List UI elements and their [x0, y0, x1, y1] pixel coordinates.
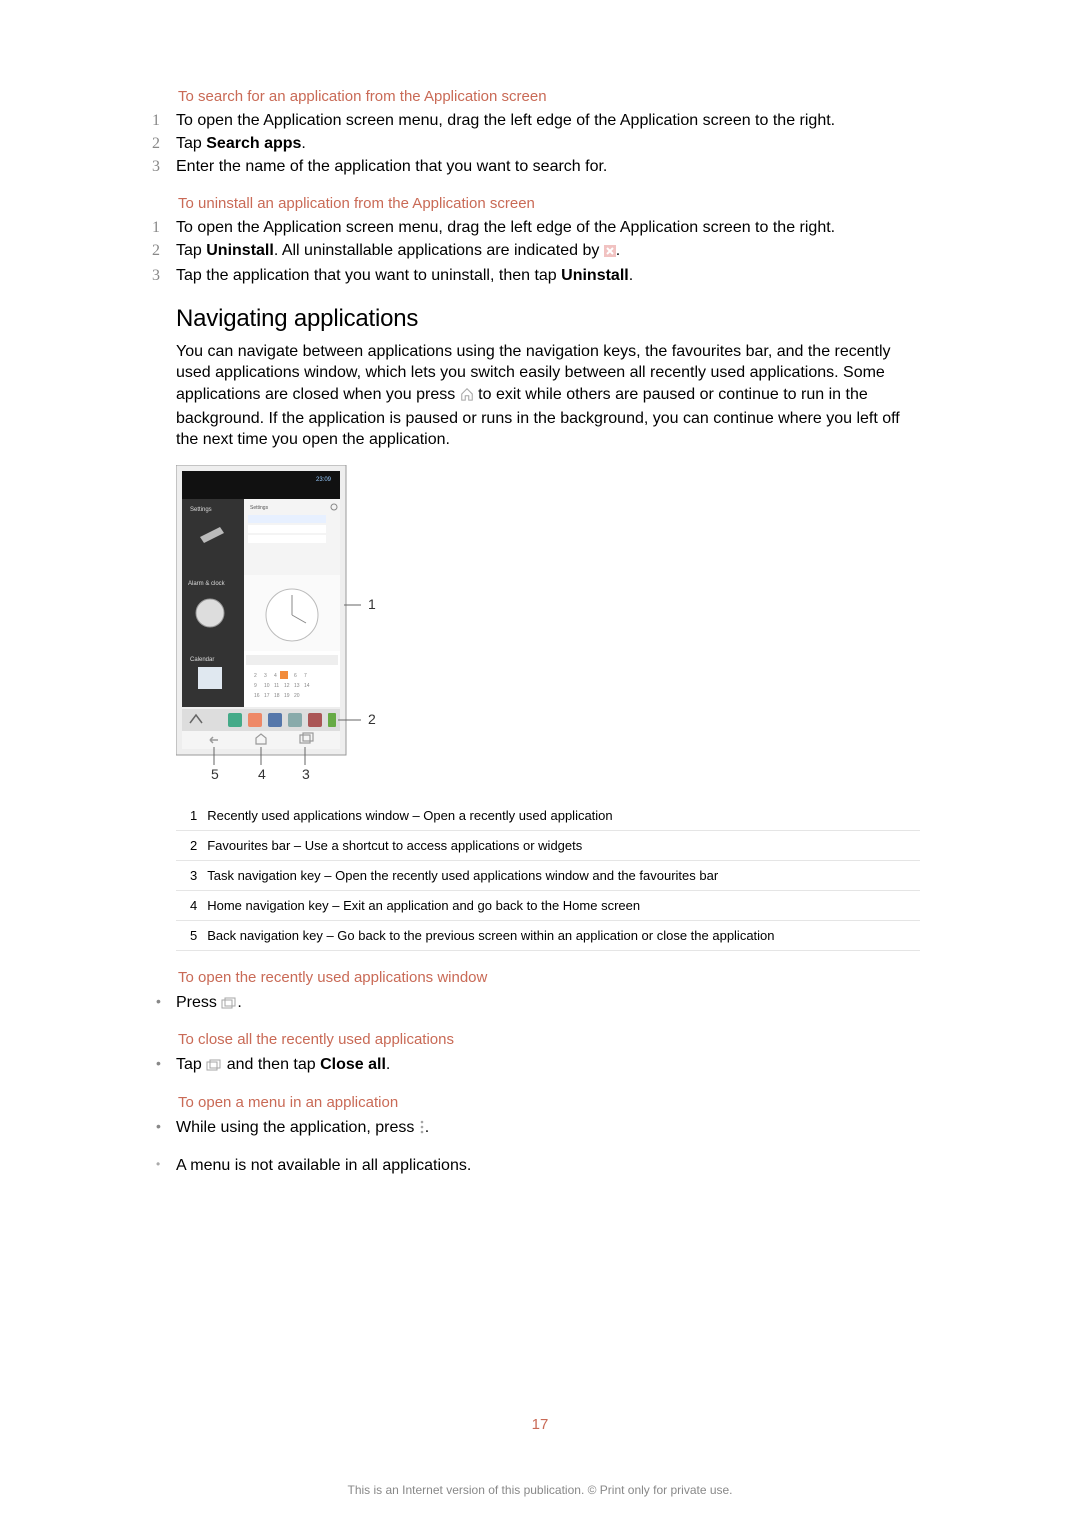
page-number: 17 [0, 1416, 1080, 1433]
svg-text:6: 6 [294, 673, 297, 679]
svg-text:3: 3 [302, 766, 310, 782]
menu-dots-icon [419, 1119, 425, 1141]
disclaimer-text: This is an Internet version of this publ… [0, 1483, 1080, 1497]
legend-table: 1Recently used applications window – Ope… [176, 801, 920, 951]
list-item: 3 Tap the application that you want to u… [176, 266, 920, 287]
step-number: 1 [152, 218, 176, 239]
table-row: 3Task navigation key – Open the recently… [176, 860, 920, 890]
svg-text:13: 13 [294, 683, 300, 689]
legend-num: 4 [176, 890, 207, 920]
section-title: To search for an application from the Ap… [178, 88, 920, 105]
list-item: 2 Tap Search apps. [176, 134, 920, 155]
svg-text:23:09: 23:09 [316, 477, 332, 483]
heading-navigating: Navigating applications [176, 305, 920, 333]
svg-text:12: 12 [284, 683, 290, 689]
svg-text:4: 4 [258, 766, 266, 782]
task-key-icon [221, 994, 237, 1016]
svg-text:7: 7 [304, 673, 307, 679]
svg-text:Calendar: Calendar [190, 657, 214, 663]
legend-text: Task navigation key – Open the recently … [207, 860, 920, 890]
legend-text: Back navigation key – Go back to the pre… [207, 920, 920, 950]
table-row: 4Home navigation key – Exit an applicati… [176, 890, 920, 920]
phone-illustration: 23:09 Settings Settings Alarm & clock Ca… [176, 465, 920, 785]
numbered-list: 1 To open the Application screen menu, d… [176, 111, 920, 177]
svg-text:17: 17 [264, 693, 270, 699]
section-search: To search for an application from the Ap… [176, 88, 920, 177]
bullet-list: • Tap and then tap Close all. [176, 1054, 920, 1078]
svg-text:Settings: Settings [250, 505, 269, 511]
home-icon [460, 386, 474, 408]
section-uninstall: To uninstall an application from the App… [176, 195, 920, 286]
legend-num: 3 [176, 860, 207, 890]
list-item: • Press . [176, 992, 920, 1016]
section-title: To open the recently used applications w… [178, 969, 920, 986]
table-row: 5Back navigation key – Go back to the pr… [176, 920, 920, 950]
table-row: 2Favourites bar – Use a shortcut to acce… [176, 830, 920, 860]
legend-text: Recently used applications window – Open… [207, 801, 920, 831]
svg-text:Alarm & clock: Alarm & clock [188, 581, 226, 587]
phone-diagram: 23:09 Settings Settings Alarm & clock Ca… [176, 465, 376, 785]
section-title: To uninstall an application from the App… [178, 195, 920, 212]
step-number: 1 [152, 111, 176, 132]
bullet: • [156, 992, 176, 1011]
bullet: • [156, 1117, 176, 1136]
list-item: • While using the application, press . [176, 1117, 920, 1141]
bullet-list: • Press . [176, 992, 920, 1016]
svg-text:20: 20 [294, 693, 300, 699]
legend-num: 2 [176, 830, 207, 860]
paragraph: You can navigate between applications us… [176, 341, 920, 451]
svg-text:16: 16 [254, 693, 260, 699]
note-text: A menu is not available in all applicati… [176, 1157, 471, 1175]
legend-text: Home navigation key – Exit an applicatio… [207, 890, 920, 920]
table-row: 1Recently used applications window – Ope… [176, 801, 920, 831]
note: • A menu is not available in all applica… [176, 1157, 920, 1175]
section-title: To close all the recently used applicati… [178, 1031, 920, 1048]
step-number: 3 [152, 266, 176, 287]
task-key-icon [206, 1056, 222, 1078]
step-text: Enter the name of the application that y… [176, 157, 920, 178]
step-text: To open the Application screen menu, dra… [176, 218, 920, 239]
svg-text:5: 5 [211, 766, 219, 782]
delete-x-icon [604, 243, 616, 264]
step-number: 3 [152, 157, 176, 178]
document-page: To search for an application from the Ap… [0, 0, 1080, 1175]
svg-text:18: 18 [274, 693, 280, 699]
numbered-list: 1 To open the Application screen menu, d… [176, 218, 920, 286]
step-text: Tap the application that you want to uni… [176, 266, 920, 287]
bullet: • [156, 1054, 176, 1073]
step-number: 2 [152, 134, 176, 155]
svg-text:2: 2 [368, 711, 376, 727]
list-item: 1 To open the Application screen menu, d… [176, 218, 920, 239]
legend-num: 5 [176, 920, 207, 950]
svg-text:19: 19 [284, 693, 290, 699]
section-title: To open a menu in an application [178, 1094, 920, 1111]
footer: 17 This is an Internet version of this p… [0, 1416, 1080, 1497]
svg-text:4: 4 [274, 673, 277, 679]
legend-text: Favourites bar – Use a shortcut to acces… [207, 830, 920, 860]
step-text: Tap Uninstall. All uninstallable applica… [176, 241, 920, 264]
svg-text:14: 14 [304, 683, 310, 689]
note-mark-icon: • [156, 1157, 176, 1175]
step-text: To open the Application screen menu, dra… [176, 111, 920, 132]
step-text: Tap Search apps. [176, 134, 920, 155]
legend-num: 1 [176, 801, 207, 831]
svg-text:2: 2 [254, 673, 257, 679]
list-item: 3 Enter the name of the application that… [176, 157, 920, 178]
svg-text:3: 3 [264, 673, 267, 679]
list-item: 2 Tap Uninstall. All uninstallable appli… [176, 241, 920, 264]
step-number: 2 [152, 241, 176, 262]
bullet-list: • While using the application, press . [176, 1117, 920, 1141]
svg-text:9: 9 [254, 683, 257, 689]
svg-text:10: 10 [264, 683, 270, 689]
list-item: 1 To open the Application screen menu, d… [176, 111, 920, 132]
list-item: • Tap and then tap Close all. [176, 1054, 920, 1078]
svg-text:Settings: Settings [190, 507, 212, 513]
svg-text:11: 11 [274, 683, 279, 689]
svg-text:1: 1 [368, 596, 376, 612]
